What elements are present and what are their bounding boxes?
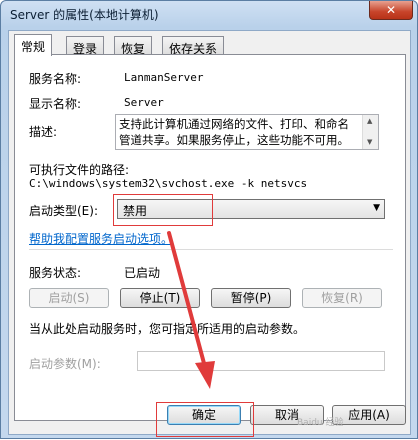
- service-name-label: 服务名称:: [29, 72, 82, 86]
- resume-button[interactable]: 恢复(R): [302, 288, 382, 308]
- description-box[interactable]: 支持此计算机通过网络的文件、打印、和命名管道共享。如果服务停止，这些功能不可用。…: [115, 114, 379, 150]
- close-button[interactable]: ✕: [369, 1, 413, 20]
- status-value: 已启动: [124, 266, 161, 280]
- tab-recovery[interactable]: 恢复: [114, 36, 153, 56]
- watermark-text: Baidu 经验: [297, 418, 344, 428]
- divider: [29, 249, 393, 250]
- ok-button[interactable]: 确定: [167, 405, 241, 425]
- hint-text: 当从此处启动服务时，您可指定所适用的启动参数。: [29, 322, 306, 336]
- description-label: 描述:: [29, 125, 58, 139]
- properties-window: Server 的属性(本地计算机) ✕ 常规 登录 恢复 依存关系 服务名称: …: [0, 0, 418, 439]
- exe-path-label: 可执行文件的路径:: [29, 163, 130, 177]
- scroll-up-icon[interactable]: ▲: [367, 117, 372, 125]
- description-scrollbar[interactable]: ▲ ▼: [362, 115, 378, 149]
- description-text: 支持此计算机通过网络的文件、打印、和命名管道共享。如果服务停止，这些功能不可用。: [119, 117, 349, 147]
- tab-general[interactable]: 常规: [14, 34, 53, 56]
- window-title: Server 的属性(本地计算机): [10, 8, 159, 22]
- startup-type-value: 禁用: [123, 204, 148, 218]
- status-label: 服务状态:: [29, 266, 82, 280]
- start-params-input[interactable]: [137, 351, 385, 371]
- display-name-label: 显示名称:: [29, 97, 82, 111]
- start-button[interactable]: 启动(S): [29, 288, 109, 308]
- start-params-label: 启动参数(M):: [29, 357, 101, 371]
- service-name-value: LanmanServer: [124, 71, 204, 84]
- chevron-down-icon: ▼: [373, 203, 380, 213]
- help-link[interactable]: 帮助我配置服务启动选项。: [29, 230, 173, 247]
- dialog-client: 常规 登录 恢复 依存关系 服务名称: LanmanServer 显示名称: S…: [8, 30, 411, 435]
- tab-dependencies[interactable]: 依存关系: [162, 36, 225, 56]
- stop-button[interactable]: 停止(T): [120, 288, 200, 308]
- exe-path-value: C:\windows\system32\svchost.exe -k netsv…: [29, 177, 308, 190]
- pause-button[interactable]: 暂停(P): [211, 288, 291, 308]
- startup-type-select[interactable]: 禁用 ▼: [117, 199, 385, 219]
- scroll-down-icon[interactable]: ▼: [367, 138, 372, 146]
- tab-logon[interactable]: 登录: [66, 36, 105, 56]
- general-panel: 服务名称: LanmanServer 显示名称: Server 描述: 支持此计…: [14, 54, 406, 421]
- display-name-value: Server: [124, 96, 164, 109]
- startup-type-label: 启动类型(E):: [29, 204, 98, 218]
- title-bar[interactable]: Server 的属性(本地计算机) ✕: [1, 1, 417, 27]
